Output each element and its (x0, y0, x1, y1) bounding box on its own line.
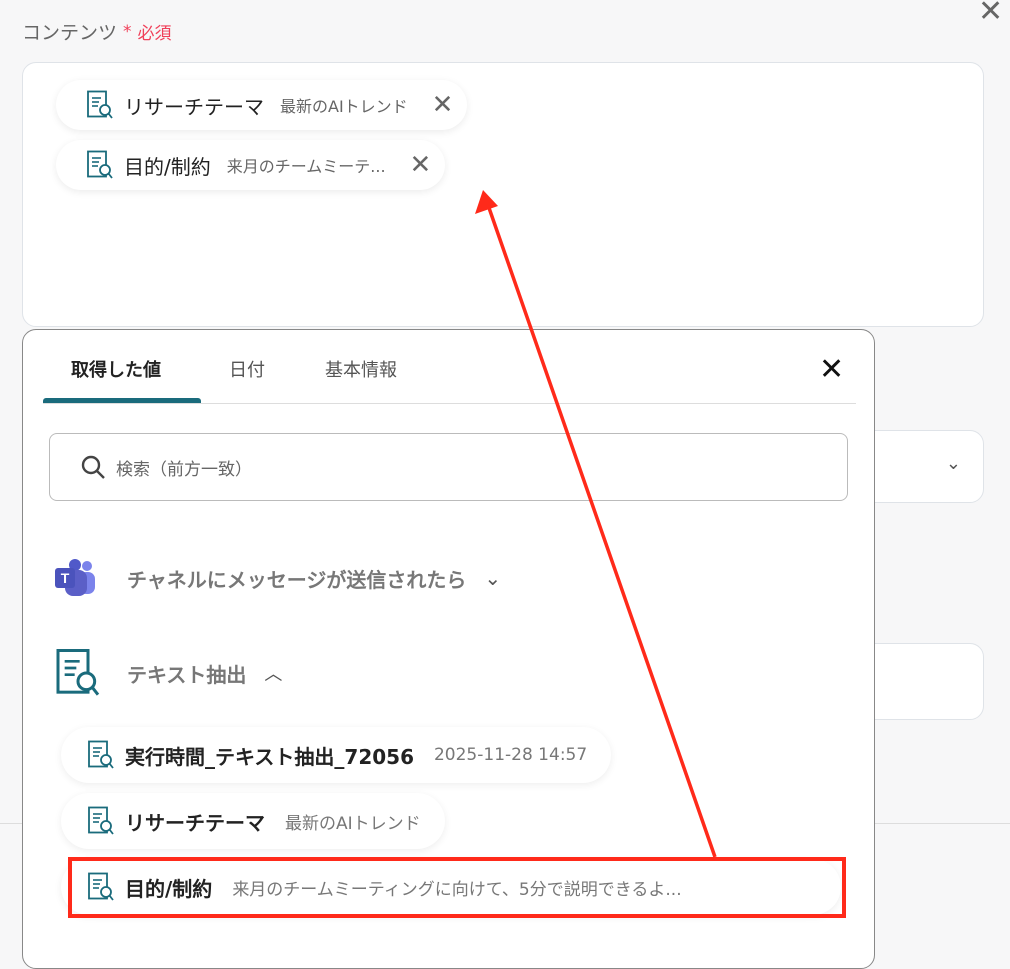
annotation-arrow (475, 190, 717, 858)
